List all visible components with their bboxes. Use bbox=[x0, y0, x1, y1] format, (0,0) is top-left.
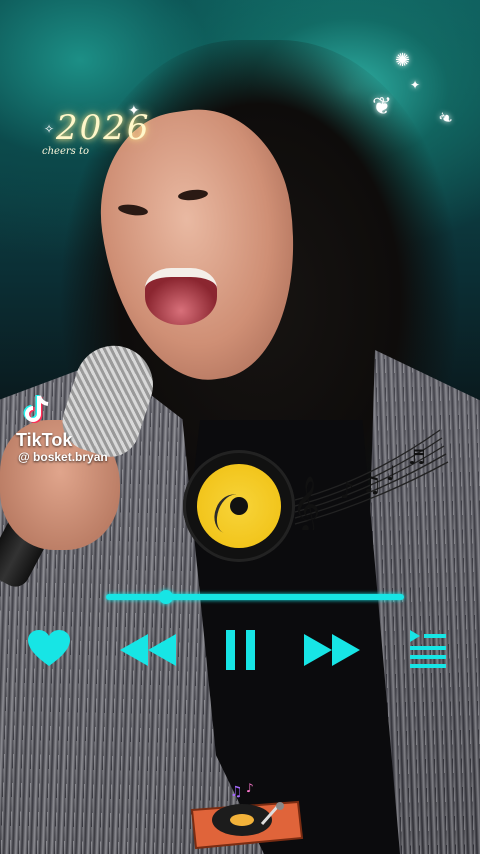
sparkle-icon: ✦ bbox=[410, 78, 421, 92]
svg-text:♪: ♪ bbox=[340, 479, 354, 504]
svg-text:𝄞: 𝄞 bbox=[292, 476, 320, 530]
disc-center bbox=[230, 497, 248, 515]
tiktok-watermark: TikTok @ bosket.bryan bbox=[8, 392, 148, 472]
butterfly-icon: ❦ bbox=[372, 93, 393, 120]
equalizer-bar bbox=[44, 570, 434, 572]
fast-forward-icon bbox=[304, 634, 360, 666]
svg-text:♬: ♬ bbox=[408, 445, 426, 469]
sparkle-icon: ✺ bbox=[395, 50, 411, 70]
sparkle-icon: ✦ bbox=[128, 102, 140, 118]
pause-icon bbox=[226, 630, 255, 670]
tiktok-logo-icon bbox=[23, 395, 49, 423]
album-disc bbox=[183, 450, 295, 562]
greeting-text: cheers to bbox=[42, 146, 90, 157]
svg-text:♩: ♩ bbox=[386, 461, 395, 485]
playback-progress-bar[interactable] bbox=[106, 590, 404, 604]
turntable-sticker-icon: ♫ ♪ bbox=[190, 781, 304, 850]
like-button[interactable] bbox=[28, 630, 70, 668]
music-notes-decoration: 𝄞 ♪ ♫ ♩ ♬ bbox=[292, 429, 449, 530]
butterfly-icon: ❧ bbox=[435, 106, 457, 131]
fast-forward-button[interactable] bbox=[302, 632, 362, 668]
svg-text:♪: ♪ bbox=[246, 781, 254, 795]
playlist-button[interactable] bbox=[408, 628, 448, 668]
sparkle-icon: ✧ bbox=[44, 122, 55, 136]
rewind-button[interactable] bbox=[118, 632, 178, 668]
svg-text:♫: ♫ bbox=[362, 473, 382, 498]
creator-username: @ bosket.bryan bbox=[18, 450, 108, 464]
video-frame: 2026 cheers to ✦ ✧ ✺ ✦ ❦ ❧ TikTok @ bosk… bbox=[0, 0, 480, 854]
svg-text:♫: ♫ bbox=[230, 784, 243, 800]
playlist-icon bbox=[410, 630, 446, 668]
singer-mouth bbox=[145, 268, 217, 325]
tiktok-brand-name: TikTok bbox=[16, 430, 73, 450]
rewind-icon bbox=[120, 634, 176, 666]
new-year-greeting: 2026 cheers to bbox=[42, 108, 182, 168]
pause-button[interactable] bbox=[224, 630, 258, 670]
heart-icon bbox=[28, 630, 70, 666]
progress-handle[interactable] bbox=[158, 590, 173, 604]
